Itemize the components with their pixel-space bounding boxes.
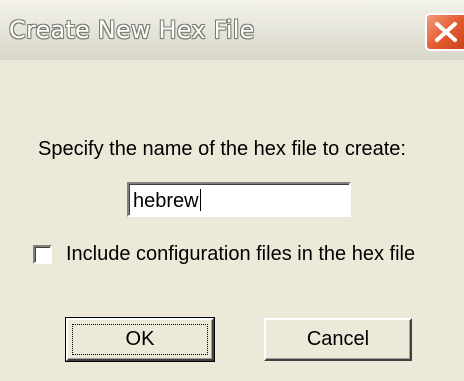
- include-config-checkbox[interactable]: [33, 245, 52, 264]
- include-config-label[interactable]: Include configuration files in the hex f…: [66, 243, 415, 266]
- dialog-title: Create New Hex File: [9, 16, 255, 44]
- text-caret: [199, 189, 201, 211]
- close-icon: [435, 22, 457, 42]
- filename-text: hebrew: [133, 190, 199, 212]
- cancel-button[interactable]: Cancel: [264, 318, 412, 361]
- filename-value: hebrew: [133, 189, 201, 213]
- filename-input[interactable]: hebrew: [127, 182, 351, 217]
- close-button[interactable]: [425, 13, 464, 51]
- ok-button[interactable]: OK: [65, 317, 215, 362]
- focus-rect: [72, 324, 208, 355]
- filename-prompt: Specify the name of the hex file to crea…: [38, 138, 406, 160]
- cancel-button-label: Cancel: [306, 328, 370, 350]
- title-bar[interactable]: Create New Hex File: [0, 0, 464, 60]
- create-hex-file-dialog: Create New Hex File Specify the name of …: [0, 0, 464, 381]
